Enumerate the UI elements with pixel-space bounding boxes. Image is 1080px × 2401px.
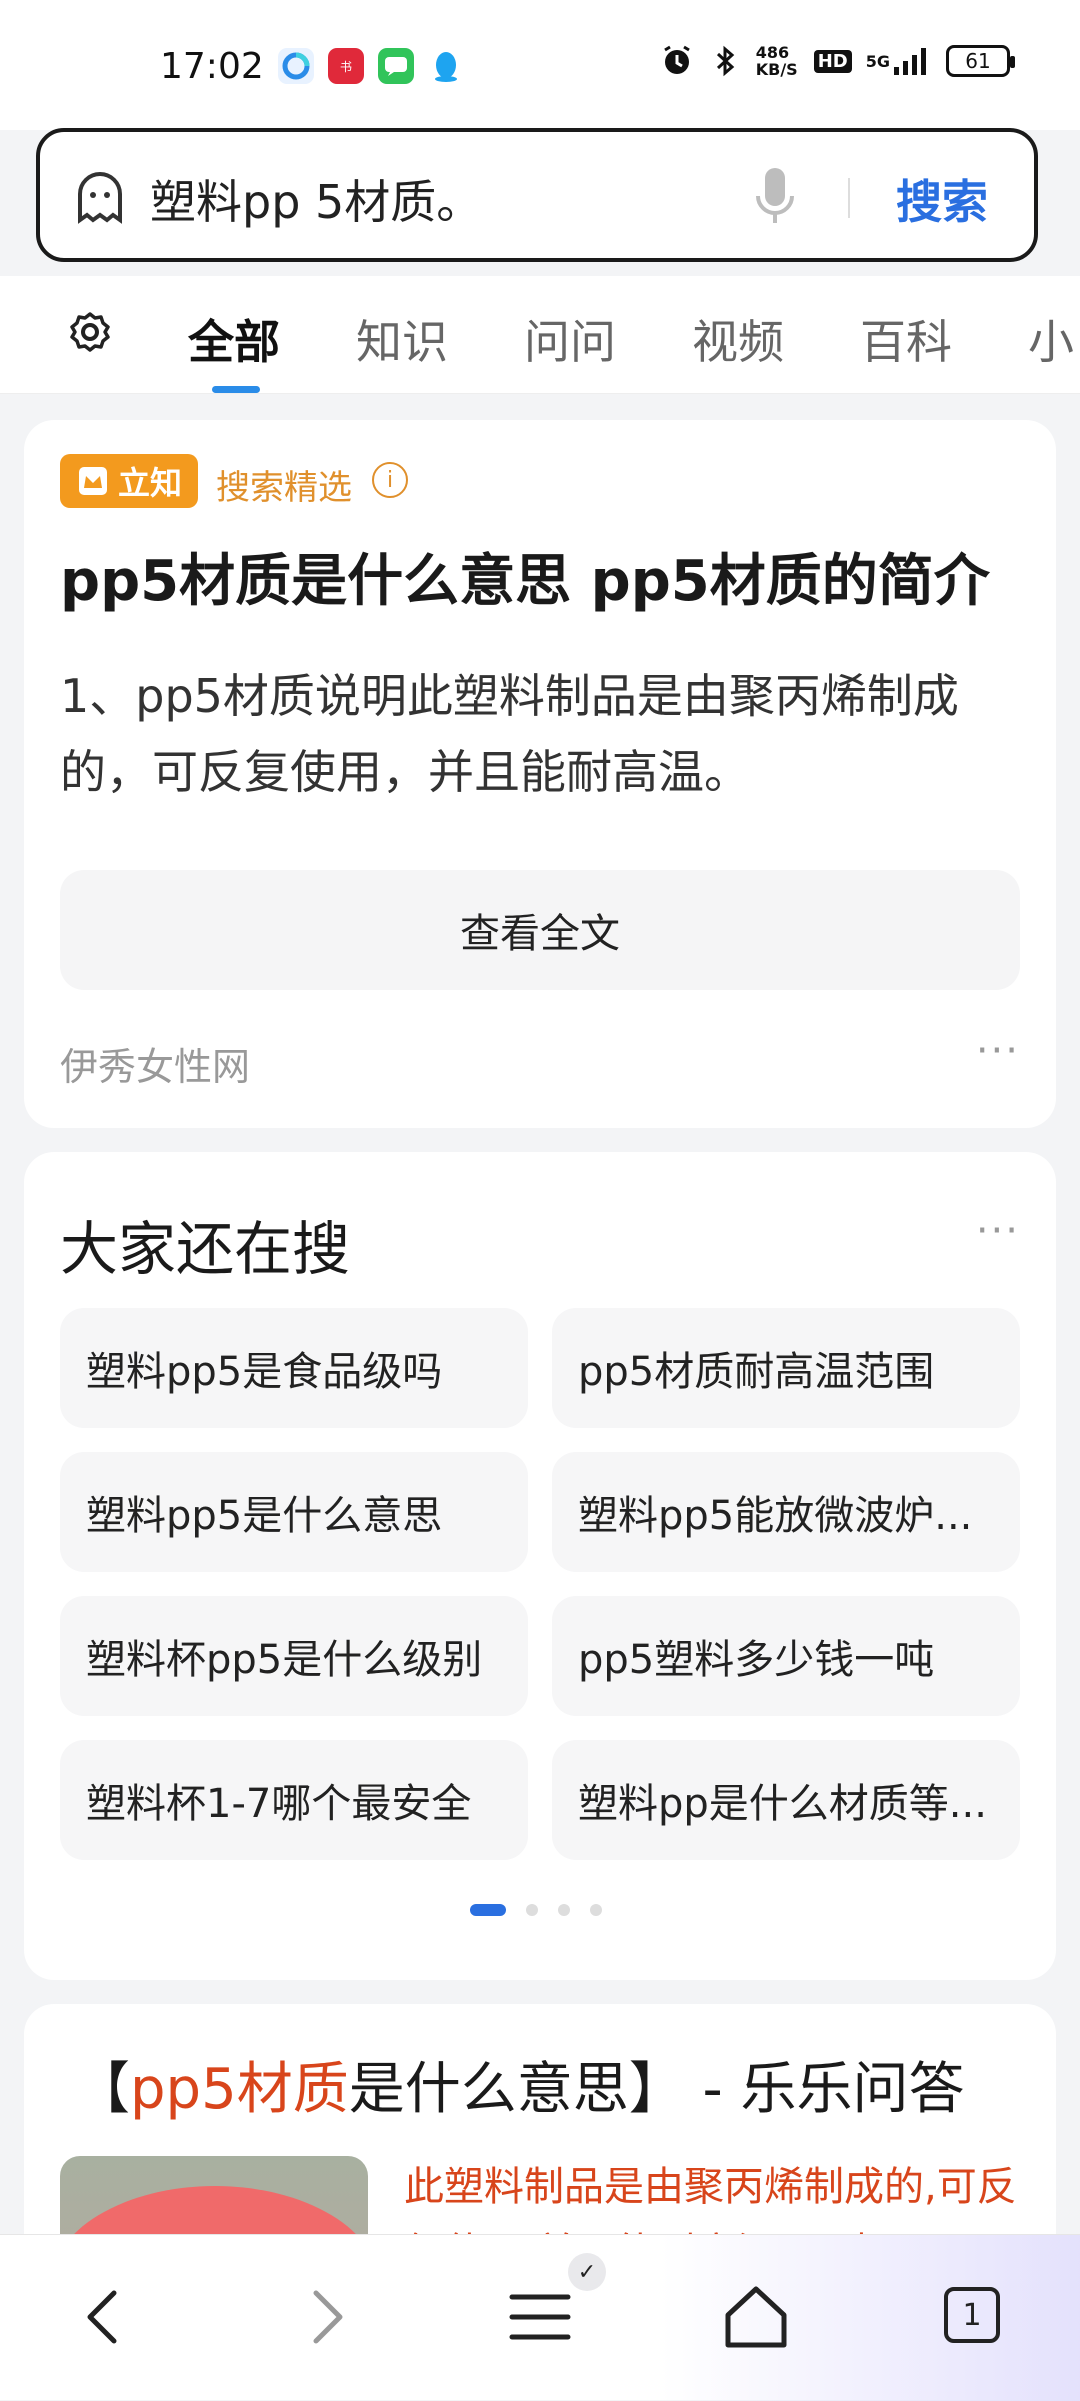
bottom-nav-bar: ✓ 1 [0, 2234, 1080, 2401]
menu-icon[interactable] [500, 2277, 580, 2357]
tab-baike[interactable]: 百科 [860, 306, 952, 372]
page-dot [558, 1904, 570, 1916]
related-search-item[interactable]: pp5材质耐高温范围 [552, 1308, 1020, 1428]
search-button[interactable]: 搜索 [896, 166, 988, 232]
network-speed: 486 KB/S [755, 43, 798, 79]
battery-level: 61 [965, 49, 991, 73]
notification-icons: 书 [278, 48, 464, 84]
tab-more[interactable]: 小 [1028, 306, 1074, 372]
ghost-mascot-icon [78, 172, 122, 224]
home-icon[interactable] [716, 2277, 796, 2357]
microphone-icon[interactable] [750, 162, 800, 232]
tab-bar: 全部 知识 问问 视频 百科 小 [0, 276, 1080, 394]
view-full-text-button[interactable]: 查看全文 [60, 870, 1020, 990]
featured-result-card[interactable]: 立知 搜索精选 i pp5材质是什么意思 pp5材质的简介 1、pp5材质说明此… [24, 420, 1056, 1128]
tab-qa[interactable]: 问问 [524, 306, 616, 372]
divider [848, 178, 850, 218]
hd-badge: HD [813, 49, 852, 73]
crown-icon [79, 467, 107, 495]
alarm-icon [663, 45, 690, 74]
related-searches-card: 大家还在搜 ··· 塑料pp5是食品级吗 pp5材质耐高温范围 塑料pp5是什么… [24, 1152, 1056, 1980]
title-highlight: pp5材质 [130, 2057, 349, 2122]
related-search-item[interactable]: 塑料pp5是什么意思 [60, 1452, 528, 1572]
more-options-icon[interactable]: ··· [976, 1208, 1020, 1254]
back-icon[interactable] [66, 2277, 146, 2357]
messages-app-icon [378, 48, 414, 84]
tabs-count-button[interactable]: 1 [944, 2287, 1000, 2343]
signal-icon [894, 48, 926, 75]
status-bar: 17:02 书 486 KB/S HD 5G 61 [0, 0, 1080, 130]
related-search-item[interactable]: pp5塑料多少钱一吨 [552, 1596, 1020, 1716]
result-snippet: 1、pp5材质说明此塑料制品是由聚丙烯制成的，可反复使用，并且能耐高温。 [60, 669, 959, 799]
gear-icon[interactable] [66, 308, 114, 356]
related-search-item[interactable]: 塑料pp5是食品级吗 [60, 1308, 528, 1428]
tab-knowledge[interactable]: 知识 [356, 306, 448, 372]
xiaohongshu-app-icon: 书 [328, 48, 364, 84]
related-search-item[interactable]: 塑料杯1-7哪个最安全 [60, 1740, 528, 1860]
check-badge-icon: ✓ [568, 2253, 606, 2291]
more-options-icon[interactable]: ··· [976, 1028, 1020, 1074]
related-title: 大家还在搜 [60, 1215, 351, 1283]
result-source: 伊秀女性网 [60, 1045, 251, 1089]
related-search-item[interactable]: 塑料pp5能放微波炉... [552, 1452, 1020, 1572]
bluetooth-icon [716, 45, 734, 77]
title-bracket: 【 [74, 2057, 130, 2122]
browser-app-icon [278, 48, 314, 84]
search-input[interactable]: 塑料pp 5材质。 [150, 166, 482, 232]
page-dot [590, 1904, 602, 1916]
info-icon[interactable]: i [372, 462, 408, 498]
title-rest: 是什么意思】 - 乐乐问答 [348, 2057, 965, 2122]
status-indicators: 486 KB/S HD 5G 61 [660, 43, 1015, 79]
clock: 17:02 [160, 46, 264, 87]
page-dot [526, 1904, 538, 1916]
page-indicator [470, 1904, 602, 1916]
tab-all[interactable]: 全部 [188, 306, 280, 372]
result-title[interactable]: 【pp5材质是什么意思】 - 乐乐问答 [74, 2044, 965, 2125]
signal-label: 5G [865, 51, 890, 71]
badge-label: 立知 [118, 464, 183, 502]
lizhi-badge: 立知 [60, 454, 199, 508]
tab-video[interactable]: 视频 [692, 306, 784, 372]
related-search-item[interactable]: 塑料杯pp5是什么级别 [60, 1596, 528, 1716]
active-tab-indicator [212, 386, 260, 393]
forward-icon[interactable] [284, 2277, 364, 2357]
result-title[interactable]: pp5材质是什么意思 pp5材质的简介 [60, 536, 1020, 617]
qq-app-icon [428, 48, 464, 84]
related-search-item[interactable]: 塑料pp是什么材质等... [552, 1740, 1020, 1860]
battery-icon: 61 [946, 45, 1015, 77]
search-bar[interactable]: 塑料pp 5材质。 搜索 [36, 128, 1038, 262]
page-dot-active [470, 1904, 506, 1916]
search-selection-label: 搜索精选 [216, 468, 352, 508]
